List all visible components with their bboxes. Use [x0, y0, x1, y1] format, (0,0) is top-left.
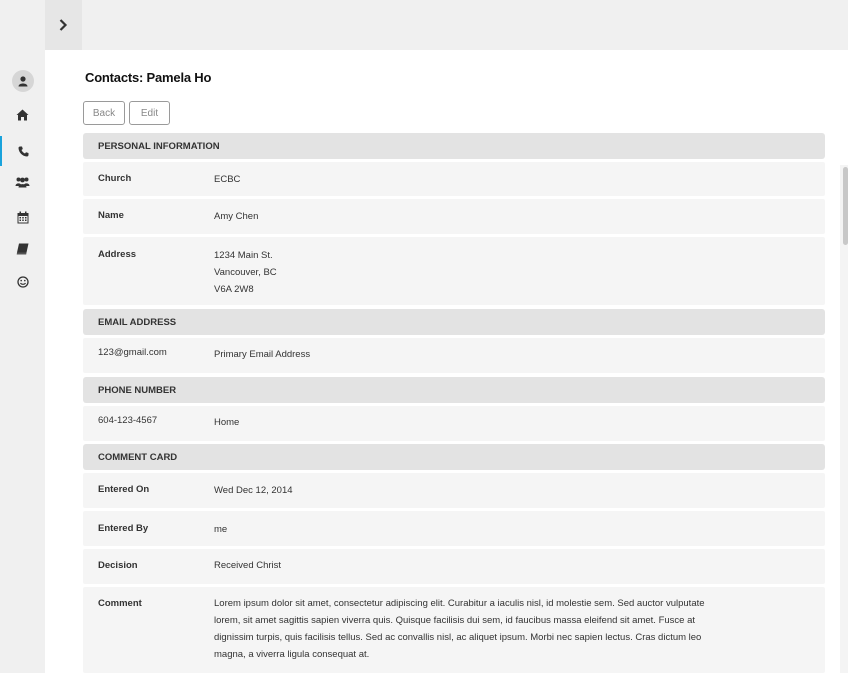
field-row-name: Name Amy Chen [83, 199, 825, 234]
sidebar-item-groups[interactable] [0, 167, 45, 197]
top-bar [45, 0, 848, 50]
book-icon [16, 243, 29, 255]
address-line: V6A 2W8 [214, 284, 254, 295]
field-label: Entered On [98, 484, 150, 495]
field-row-email: 123@gmail.com Primary Email Address [83, 338, 825, 373]
field-row-entered-on: Entered On Wed Dec 12, 2014 [83, 473, 825, 508]
field-row-address: Address 1234 Main St. Vancouver, BC V6A … [83, 237, 825, 305]
section-header-comment-card: COMMENT CARD [83, 444, 825, 470]
chevron-right-icon [59, 19, 68, 31]
sidebar-item-home[interactable] [0, 100, 45, 130]
edit-button[interactable]: Edit [129, 101, 170, 125]
field-label: Church [98, 173, 132, 184]
field-value-comment: Lorem ipsum dolor sit amet, consectetur … [214, 595, 744, 663]
sidebar [0, 0, 45, 673]
sidebar-item-calendar[interactable] [0, 202, 45, 232]
sidebar-item-feedback[interactable] [0, 267, 45, 297]
home-icon [16, 109, 29, 121]
address-line: 1234 Main St. [214, 250, 273, 261]
section-header-email: EMAIL ADDRESS [83, 309, 825, 335]
address-line: Vancouver, BC [214, 267, 277, 278]
phone-value: 604-123-4567 [98, 415, 158, 426]
email-type: Primary Email Address [214, 349, 311, 360]
field-label: Decision [98, 560, 138, 571]
field-value-address: 1234 Main St. Vancouver, BC V6A 2W8 [214, 247, 744, 298]
field-row-church: Church ECBC [83, 162, 825, 196]
comment-line: dignissim turpis, quis facilisis tellus.… [214, 632, 702, 643]
sidebar-toggle-button[interactable] [45, 0, 82, 50]
back-button[interactable]: Back [83, 101, 125, 125]
calendar-icon [17, 211, 28, 223]
comment-line: magna, a viverra ligula consequat at. [214, 649, 370, 660]
user-icon [18, 76, 27, 87]
main-content: Contacts: Pamela Ho Back Edit PERSONAL I… [45, 50, 848, 673]
phone-type: Home [214, 417, 240, 428]
phone-icon [18, 146, 29, 156]
field-label: Entered By [98, 523, 149, 534]
field-value: Amy Chen [214, 211, 259, 222]
field-row-decision: Decision Received Christ [83, 549, 825, 584]
scrollbar-thumb[interactable] [843, 167, 848, 245]
comment-line: Lorem ipsum dolor sit amet, consectetur … [214, 598, 705, 609]
field-value: Wed Dec 12, 2014 [214, 485, 293, 496]
field-value: ECBC [214, 174, 241, 185]
sidebar-item-phone[interactable] [0, 136, 45, 166]
section-header-personal: PERSONAL INFORMATION [83, 133, 825, 159]
sidebar-item-book[interactable] [0, 234, 45, 264]
field-row-comment: Comment Lorem ipsum dolor sit amet, cons… [83, 587, 825, 673]
field-label: Address [98, 249, 137, 260]
comment-line: lorem, sit amet sagittis sapien viverra … [214, 615, 696, 626]
sidebar-item-profile[interactable] [0, 66, 45, 96]
section-header-phone: PHONE NUMBER [83, 377, 825, 403]
field-label: Name [98, 210, 124, 221]
group-icon [15, 177, 30, 188]
page-title: Contacts: Pamela Ho [85, 70, 212, 85]
field-row-entered-by: Entered By me [83, 511, 825, 546]
field-row-phone: 604-123-4567 Home [83, 406, 825, 441]
smiley-icon [16, 276, 29, 288]
field-label: Comment [98, 598, 142, 609]
field-value: Received Christ [214, 560, 282, 571]
field-value: me [214, 524, 228, 535]
avatar [11, 70, 34, 92]
email-value: 123@gmail.com [98, 347, 167, 358]
